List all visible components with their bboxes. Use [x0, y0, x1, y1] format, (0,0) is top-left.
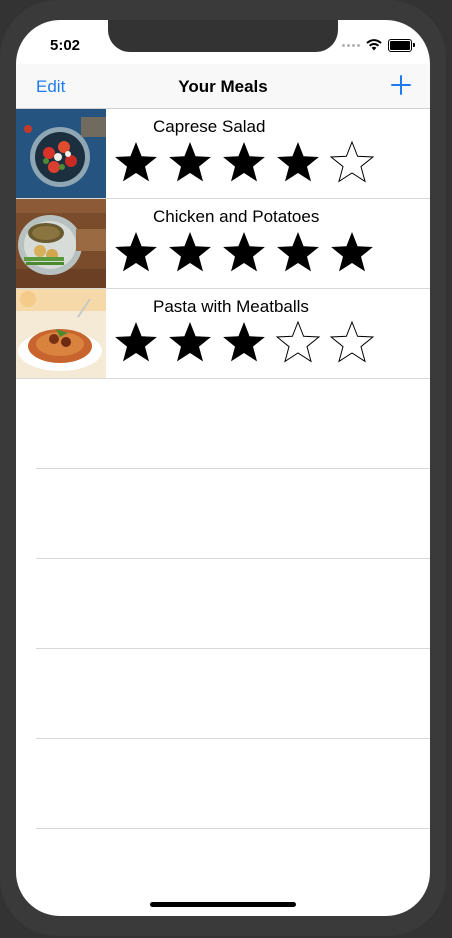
star-filled-icon[interactable] — [276, 140, 320, 184]
star-filled-icon[interactable] — [222, 230, 266, 274]
edit-button[interactable]: Edit — [36, 77, 65, 97]
star-filled-icon[interactable] — [276, 230, 320, 274]
meal-row[interactable]: Chicken and Potatoes — [16, 199, 430, 289]
rating-control[interactable] — [114, 320, 374, 364]
table-separator — [36, 738, 430, 739]
home-indicator[interactable] — [150, 902, 296, 907]
star-filled-icon[interactable] — [222, 320, 266, 364]
meal-row[interactable]: Caprese Salad — [16, 109, 430, 199]
table-separator — [36, 468, 430, 469]
meal-name: Chicken and Potatoes — [153, 207, 320, 226]
cellular-signal-icon — [342, 43, 360, 47]
status-indicators — [342, 38, 415, 52]
caprese-salad-photo — [16, 109, 106, 198]
meal-name: Pasta with Meatballs — [153, 297, 309, 316]
battery-icon — [388, 38, 415, 52]
plus-icon — [391, 75, 411, 95]
meal-name: Caprese Salad — [153, 117, 266, 136]
star-empty-icon[interactable] — [330, 140, 374, 184]
table-separator — [36, 558, 430, 559]
star-filled-icon[interactable] — [168, 140, 212, 184]
star-empty-icon[interactable] — [330, 320, 374, 364]
screen: 5:02 Edit Your Meals Caprese Salad Chick… — [16, 20, 430, 916]
rating-control[interactable] — [114, 140, 374, 184]
star-filled-icon[interactable] — [114, 140, 158, 184]
star-filled-icon[interactable] — [168, 320, 212, 364]
wifi-icon — [366, 39, 382, 51]
navigation-bar: Edit Your Meals — [16, 64, 430, 109]
table-separator — [36, 828, 430, 829]
meal-table: Caprese Salad Chicken and Potatoes Pasta… — [16, 109, 430, 379]
status-time: 5:02 — [50, 37, 81, 54]
meal-row[interactable]: Pasta with Meatballs — [16, 289, 430, 379]
star-filled-icon[interactable] — [114, 320, 158, 364]
star-filled-icon[interactable] — [168, 230, 212, 274]
chicken-potatoes-photo — [16, 199, 106, 288]
device-frame: 5:02 Edit Your Meals Caprese Salad Chick… — [0, 0, 452, 938]
pasta-meatballs-photo — [16, 289, 106, 378]
rating-control[interactable] — [114, 230, 374, 274]
table-separator — [36, 648, 430, 649]
star-empty-icon[interactable] — [276, 320, 320, 364]
star-filled-icon[interactable] — [114, 230, 158, 274]
add-meal-button[interactable] — [386, 70, 416, 100]
page-title: Your Meals — [178, 77, 268, 96]
notch — [108, 20, 338, 52]
star-filled-icon[interactable] — [222, 140, 266, 184]
star-filled-icon[interactable] — [330, 230, 374, 274]
